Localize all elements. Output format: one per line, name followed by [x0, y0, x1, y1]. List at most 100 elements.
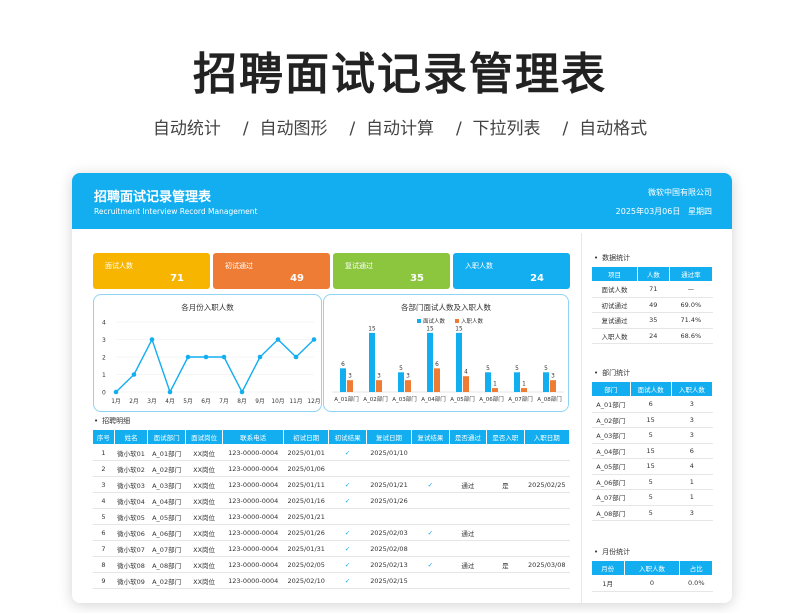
table-cell[interactable] — [328, 460, 367, 477]
table-cell[interactable]: A_02部门 — [147, 572, 186, 589]
table-cell[interactable]: XX岗位 — [185, 460, 223, 477]
table-cell[interactable]: 微小软09 — [114, 572, 148, 589]
table-cell[interactable]: 2025/01/11 — [283, 476, 329, 493]
table-cell[interactable]: XX岗位 — [185, 492, 223, 509]
table-cell[interactable]: — — [669, 281, 713, 298]
table-cell[interactable] — [449, 492, 487, 509]
table-cell[interactable]: XX岗位 — [185, 572, 223, 589]
table-cell[interactable]: 3 — [671, 396, 713, 413]
table-cell[interactable]: XX岗位 — [185, 476, 223, 493]
table-cell[interactable]: 微小软07 — [114, 540, 148, 557]
table-cell[interactable]: A_06部门 — [591, 474, 631, 490]
table-cell[interactable]: 9 — [92, 572, 115, 589]
table-cell[interactable]: 15 — [630, 412, 672, 428]
table-cell[interactable]: A_03部门 — [591, 427, 631, 444]
table-cell[interactable]: A_01部门 — [147, 444, 186, 461]
table-cell[interactable]: 15 — [630, 458, 672, 475]
table-cell[interactable]: 3 — [671, 427, 713, 444]
table-cell[interactable]: 是 — [486, 476, 525, 493]
table-cell[interactable]: 2025/03/08 — [524, 556, 570, 573]
table-cell[interactable] — [449, 508, 487, 525]
table-cell[interactable] — [524, 540, 570, 557]
table-cell[interactable] — [328, 508, 367, 525]
table-cell[interactable]: 微小软05 — [114, 508, 148, 525]
table-cell[interactable]: 0.0% — [679, 575, 713, 592]
table-cell[interactable]: 微小软01 — [114, 444, 148, 461]
table-cell[interactable]: 71.4% — [669, 312, 713, 329]
table-cell[interactable]: 68.6% — [669, 328, 713, 344]
table-cell[interactable]: A_04部门 — [591, 443, 631, 459]
table-cell[interactable]: 3 — [92, 476, 115, 493]
table-cell[interactable]: 2025/01/10 — [366, 444, 412, 461]
table-cell[interactable] — [524, 444, 570, 461]
table-cell[interactable] — [524, 492, 570, 509]
table-cell[interactable]: XX岗位 — [185, 556, 223, 573]
table-cell[interactable] — [524, 524, 570, 541]
table-cell[interactable]: ✓ — [328, 540, 367, 557]
table-cell[interactable]: 5 — [630, 427, 672, 444]
table-cell[interactable]: 2 — [92, 460, 115, 477]
table-cell[interactable] — [411, 444, 450, 461]
table-cell[interactable] — [524, 572, 570, 589]
table-cell[interactable]: 微小软08 — [114, 556, 148, 573]
table-cell[interactable]: 5 — [630, 474, 672, 490]
table-cell[interactable]: 2025/02/03 — [366, 524, 412, 541]
table-cell[interactable]: 1 — [92, 444, 115, 461]
table-cell[interactable]: 2025/01/21 — [283, 508, 329, 525]
table-cell[interactable]: 2025/02/25 — [524, 476, 570, 493]
table-cell[interactable]: 123-0000-0004 — [222, 444, 284, 461]
table-cell[interactable]: 123-0000-0004 — [222, 492, 284, 509]
table-cell[interactable]: 4 — [92, 492, 115, 509]
table-cell[interactable]: 2025/02/08 — [366, 540, 412, 557]
table-cell[interactable]: 1 — [671, 489, 713, 506]
table-cell[interactable] — [486, 572, 525, 589]
table-cell[interactable]: 2025/01/01 — [283, 444, 329, 461]
table-cell[interactable]: 0 — [624, 575, 680, 592]
table-cell[interactable]: 123-0000-0004 — [222, 540, 284, 557]
table-cell[interactable]: 2025/02/13 — [366, 556, 412, 573]
table-cell[interactable]: ✓ — [328, 476, 367, 493]
table-cell[interactable]: A_08部门 — [147, 556, 186, 573]
table-cell[interactable]: ✓ — [411, 524, 450, 541]
table-cell[interactable]: 微小软03 — [114, 476, 148, 493]
table-cell[interactable]: ✓ — [328, 556, 367, 573]
table-cell[interactable]: 2025/01/06 — [283, 460, 329, 477]
table-cell[interactable]: 2025/01/26 — [283, 524, 329, 541]
table-cell[interactable] — [449, 540, 487, 557]
table-cell[interactable]: 通过 — [449, 556, 487, 573]
table-cell[interactable]: 初试通过 — [591, 297, 638, 313]
table-cell[interactable]: XX岗位 — [185, 508, 223, 525]
table-cell[interactable]: 微小软02 — [114, 460, 148, 477]
table-cell[interactable]: 2025/02/15 — [366, 572, 412, 589]
table-cell[interactable] — [524, 460, 570, 477]
table-cell[interactable]: XX岗位 — [185, 524, 223, 541]
table-cell[interactable] — [411, 508, 450, 525]
table-cell[interactable]: A_04部门 — [147, 492, 186, 509]
table-cell[interactable]: 7 — [92, 540, 115, 557]
table-cell[interactable]: 4 — [671, 458, 713, 475]
table-cell[interactable]: 123-0000-0004 — [222, 460, 284, 477]
table-cell[interactable]: A_07部门 — [147, 540, 186, 557]
table-cell[interactable] — [486, 460, 525, 477]
table-cell[interactable]: 2025/02/05 — [283, 556, 329, 573]
table-cell[interactable] — [486, 492, 525, 509]
table-cell[interactable]: ✓ — [328, 572, 367, 589]
table-cell[interactable]: 5 — [630, 489, 672, 506]
table-cell[interactable] — [411, 540, 450, 557]
table-cell[interactable]: 15 — [630, 443, 672, 459]
table-cell[interactable]: 1 — [671, 474, 713, 490]
table-cell[interactable]: 8 — [92, 556, 115, 573]
table-cell[interactable]: 6 — [92, 524, 115, 541]
table-cell[interactable]: A_06部门 — [147, 524, 186, 541]
table-cell[interactable]: A_08部门 — [591, 505, 631, 521]
table-cell[interactable] — [366, 508, 412, 525]
table-cell[interactable]: A_02部门 — [147, 460, 186, 477]
table-cell[interactable] — [486, 444, 525, 461]
table-cell[interactable]: 5 — [630, 505, 672, 521]
table-cell[interactable] — [449, 460, 487, 477]
table-cell[interactable]: 71 — [637, 281, 670, 298]
table-cell[interactable] — [411, 492, 450, 509]
table-cell[interactable]: A_07部门 — [591, 489, 631, 506]
table-cell[interactable] — [486, 508, 525, 525]
table-cell[interactable]: 5 — [92, 508, 115, 525]
